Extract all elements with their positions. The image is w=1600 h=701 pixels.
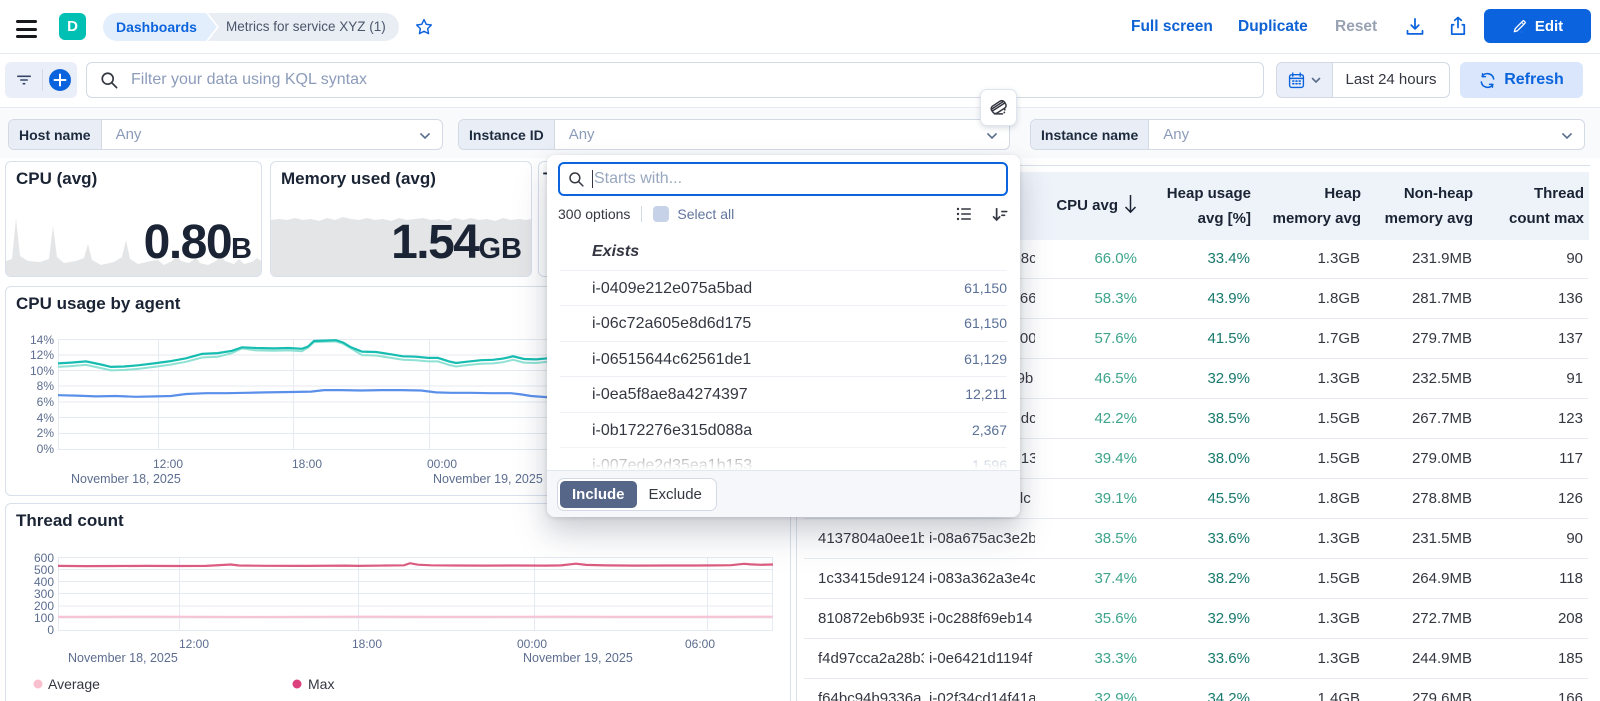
svg-text:00:00: 00:00 [427,457,457,471]
svg-text:Max: Max [308,676,334,692]
svg-text:4%: 4% [37,411,55,425]
svg-text:November 18, 2025: November 18, 2025 [71,472,181,486]
svg-text:November 18, 2025: November 18, 2025 [68,651,178,665]
svg-text:Average: Average [48,676,100,692]
svg-text:14%: 14% [30,333,54,347]
svg-text:18:00: 18:00 [352,637,382,651]
svg-text:12:00: 12:00 [153,457,183,471]
svg-text:0%: 0% [37,442,55,456]
svg-text:06:00: 06:00 [685,637,715,651]
svg-text:2%: 2% [37,426,55,440]
svg-text:0: 0 [47,623,54,637]
svg-text:12%: 12% [30,348,54,362]
svg-text:6%: 6% [37,395,55,409]
svg-text:00:00: 00:00 [517,637,547,651]
svg-text:18:00: 18:00 [292,457,322,471]
svg-text:12:00: 12:00 [179,637,209,651]
svg-text:November 19, 2025: November 19, 2025 [433,472,543,486]
svg-text:November 19, 2025: November 19, 2025 [523,651,633,665]
svg-text:8%: 8% [37,379,55,393]
svg-text:10%: 10% [30,364,54,378]
